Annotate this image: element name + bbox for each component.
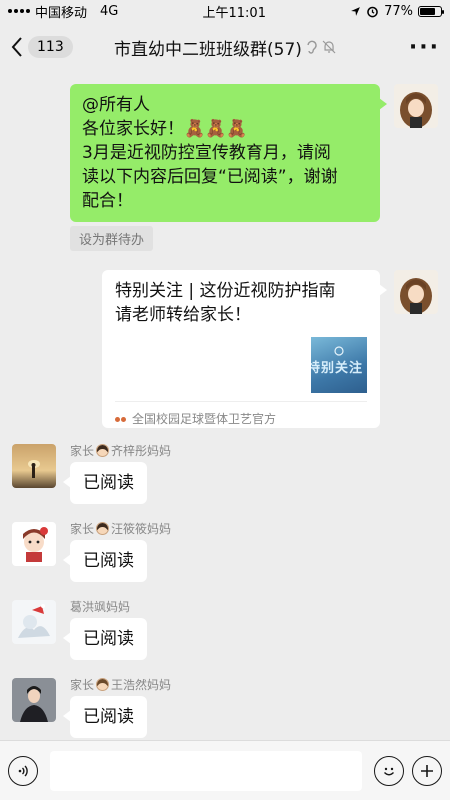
back-button[interactable]: 113 [10,36,73,58]
group-name: 市直幼中二班班级群(57) [114,39,302,60]
sender-label: 葛洪飒妈妈 [70,600,131,614]
more-icon[interactable]: ··· [409,35,440,60]
sender-label: 齐梓彤妈妈 [111,444,172,458]
status-left: 中国移动 4G [8,2,118,21]
reply-bubble[interactable]: 已阅读 [63,696,147,738]
nav-bar: 113 市直幼中二班班级群(57) ··· [0,22,450,72]
announcement-line: 配合！ [82,191,133,211]
reply-text: 已阅读 [83,707,134,727]
self-avatar[interactable] [394,270,438,314]
sender-name: 家长 汪筱筱妈妈 [70,520,171,537]
link-card[interactable]: 特别关注 | 这份近视防护指南 请老师转给家长！ 特别关注 全国校园足球暨体卫艺… [102,270,387,431]
announcement-bubble[interactable]: @所有人 各位家长好！🧸🧸🧸 3月是近视防控宣传教育月，请阅 读以下内容后回复“… [70,84,387,222]
battery-percent: 77% [384,3,413,19]
official-account-icon [115,416,126,422]
announcement-line: 3月是近视防控宣传教育月，请阅 [82,143,331,163]
alarm-icon [367,6,378,17]
thumbnail-text: 特别关注 [311,361,364,376]
status-right: 77% [350,3,444,19]
voice-icon[interactable] [8,755,38,786]
sender-prefix: 家长 [70,522,95,536]
reply-text: 已阅读 [83,473,134,493]
chat-title[interactable]: 市直幼中二班班级群(57) [114,35,336,60]
sender-name: 葛洪飒妈妈 [70,598,130,615]
reply-bubble[interactable]: 已阅读 [63,618,147,660]
face-emoji-icon [96,522,110,535]
member-avatar[interactable] [12,444,56,488]
link-card-thumbnail: 特别关注 [311,337,367,393]
location-icon [351,6,360,16]
plus-icon[interactable] [412,755,442,786]
input-bar [0,740,450,800]
member-avatar[interactable] [12,678,56,722]
sender-label: 王浩然妈妈 [111,678,172,692]
carrier-label: 中国移动 [35,5,88,21]
self-avatar[interactable] [394,84,438,128]
chevron-left-icon [11,37,22,57]
mute-bell-icon [322,40,336,54]
emoji-icon[interactable] [374,755,404,786]
message-input[interactable] [50,750,362,791]
link-card-source: 全国校园足球暨体卫艺官方 [115,407,276,431]
set-group-todo-button[interactable]: 设为群待办 [70,226,154,251]
reply-text: 已阅读 [83,629,134,649]
unread-count-badge: 113 [28,36,73,58]
link-card-divider [115,401,367,402]
status-bar: 中国移动 4G 上午11:01 77% [0,0,450,22]
battery-icon [418,5,444,17]
member-avatar[interactable] [12,522,56,566]
face-emoji-icon [96,678,110,691]
announcement-line: @所有人 [82,95,150,115]
sender-name: 家长 齐梓彤妈妈 [70,442,171,459]
nav-status-icons [306,39,336,55]
member-avatar[interactable] [12,600,56,644]
face-emoji-icon [96,444,110,457]
signal-icon [8,9,30,13]
announcement-line: 读以下内容后回复“已阅读”，谢谢 [82,167,338,187]
clock: 上午11:01 [202,5,266,21]
link-card-title: 特别关注 | 这份近视防护指南 [115,281,336,301]
reply-bubble[interactable]: 已阅读 [63,540,147,582]
sender-prefix: 家长 [70,444,95,458]
sender-prefix: 家长 [70,678,95,692]
chat-area[interactable]: @所有人 各位家长好！🧸🧸🧸 3月是近视防控宣传教育月，请阅 读以下内容后回复“… [0,72,450,740]
source-name: 全国校园足球暨体卫艺官方 [132,412,277,426]
link-card-subtitle: 请老师转给家长！ [115,305,251,325]
reply-bubble[interactable]: 已阅读 [63,462,147,504]
sender-label: 汪筱筱妈妈 [111,522,172,536]
reply-text: 已阅读 [83,551,134,571]
network-label: 4G [100,3,119,19]
announcement-line: 各位家长好！🧸🧸🧸 [82,119,248,139]
hearing-icon [307,40,317,54]
sender-name: 家长 王浩然妈妈 [70,676,171,693]
